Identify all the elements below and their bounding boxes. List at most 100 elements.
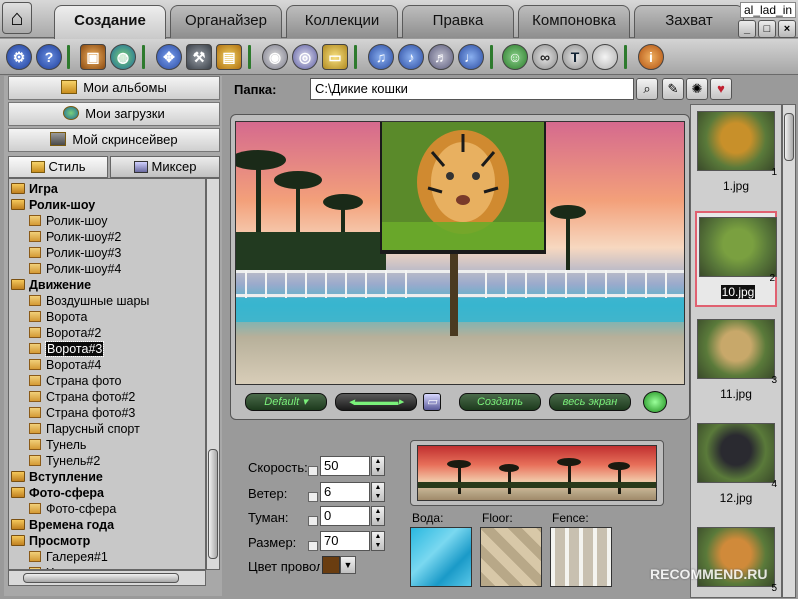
wind-checkbox[interactable] bbox=[308, 492, 318, 502]
fog-input[interactable]: 0 bbox=[320, 506, 370, 526]
minimize-icon[interactable]: _ bbox=[738, 20, 756, 38]
tab-style[interactable]: Стиль bbox=[8, 156, 108, 178]
help-icon[interactable]: ? bbox=[36, 44, 62, 70]
photo-thumbnail[interactable]: 4 12.jpg bbox=[695, 419, 777, 515]
music-off-icon[interactable]: ♩ bbox=[458, 44, 484, 70]
film-icon[interactable]: ▤ bbox=[216, 44, 242, 70]
tree-item[interactable]: Галерея#1 bbox=[29, 549, 108, 565]
color-wheel-icon[interactable]: ✺ bbox=[686, 78, 708, 100]
maximize-icon[interactable]: □ bbox=[758, 20, 776, 38]
scroll-thumb[interactable] bbox=[208, 449, 218, 559]
tree-item[interactable]: Тунель#2 bbox=[29, 453, 100, 469]
floor-texture[interactable] bbox=[480, 527, 542, 587]
tree-folder[interactable]: Времена года bbox=[11, 517, 114, 533]
tree-item[interactable]: Ворота#4 bbox=[29, 357, 101, 373]
size-checkbox[interactable] bbox=[308, 541, 318, 551]
volume-slider[interactable]: ◂▬▬▬▬▸ bbox=[335, 393, 417, 411]
speed-spinner[interactable]: ▲ ▼ bbox=[371, 456, 385, 476]
tree-item[interactable]: Фото-сфера bbox=[29, 501, 116, 517]
tree-item[interactable]: Ролик-шоу#2 bbox=[29, 229, 121, 245]
music3-icon[interactable]: ♬ bbox=[428, 44, 454, 70]
fog-checkbox[interactable] bbox=[308, 516, 318, 526]
background-image[interactable] bbox=[417, 445, 657, 501]
user-icon[interactable]: ☺ bbox=[502, 44, 528, 70]
my-downloads-label: Мои загрузки bbox=[85, 106, 165, 121]
tree-item[interactable]: Ворота bbox=[29, 309, 87, 325]
speed-checkbox[interactable] bbox=[308, 466, 318, 476]
home-icon[interactable]: ⌂ bbox=[2, 2, 32, 34]
pencil-icon[interactable]: ✎ bbox=[662, 78, 684, 100]
thumbnail-scrollbar[interactable] bbox=[782, 104, 796, 598]
photo-thumbnail[interactable]: 2 10.jpg bbox=[695, 211, 777, 307]
folder-icon[interactable]: ▭ bbox=[322, 44, 348, 70]
text-icon[interactable]: T bbox=[562, 44, 588, 70]
tree-item[interactable]: Ворота#2 bbox=[29, 325, 101, 341]
photo-thumbnail[interactable]: 5 bbox=[695, 523, 777, 597]
wind-spinner[interactable]: ▲ ▼ bbox=[371, 482, 385, 502]
scroll-thumb[interactable] bbox=[23, 573, 179, 583]
tree-folder[interactable]: Игра bbox=[11, 181, 58, 197]
tab-mixer[interactable]: Миксер bbox=[110, 156, 220, 178]
tree-item[interactable]: Парусный спорт bbox=[29, 421, 140, 437]
tab-collections[interactable]: Коллекции bbox=[286, 5, 398, 38]
fullscreen-button[interactable]: весь экран bbox=[549, 393, 631, 411]
tools-icon[interactable]: ⚒ bbox=[186, 44, 212, 70]
cd-icon[interactable]: ◉ bbox=[262, 44, 288, 70]
info-icon[interactable]: i bbox=[638, 44, 664, 70]
fence-texture[interactable] bbox=[550, 527, 612, 587]
camera-icon[interactable]: ▣ bbox=[80, 44, 106, 70]
music-icon[interactable]: ♫ bbox=[368, 44, 394, 70]
wire-color-swatch[interactable] bbox=[322, 556, 340, 574]
create-button[interactable]: Создать bbox=[459, 393, 541, 411]
preview-image[interactable] bbox=[235, 121, 685, 385]
tree-folder[interactable]: Ролик-шоу bbox=[11, 197, 95, 213]
photo-thumbnail[interactable]: 3 11.jpg bbox=[695, 315, 777, 411]
tree-item[interactable]: Страна фото#2 bbox=[29, 389, 135, 405]
chevron-down-icon[interactable]: ▼ bbox=[340, 556, 356, 574]
my-screensaver-button[interactable]: Мой скринсейвер bbox=[8, 128, 220, 152]
close-icon[interactable]: × bbox=[778, 20, 796, 38]
size-spinner[interactable]: ▲ ▼ bbox=[371, 531, 385, 551]
size-input[interactable]: 70 bbox=[320, 531, 370, 551]
play-button[interactable] bbox=[643, 391, 667, 413]
speed-input[interactable]: 50 bbox=[320, 456, 370, 476]
my-downloads-button[interactable]: Мои загрузки bbox=[8, 102, 220, 126]
tree-item[interactable]: Ролик-шоу#4 bbox=[29, 261, 121, 277]
tab-capture[interactable]: Захват bbox=[634, 5, 744, 38]
water-texture[interactable] bbox=[410, 527, 472, 587]
tree-folder[interactable]: Просмотр bbox=[11, 533, 90, 549]
scroll-thumb[interactable] bbox=[784, 113, 794, 161]
tree-item[interactable]: Ролик-шоу#3 bbox=[29, 245, 121, 261]
tree-folder[interactable]: Движение bbox=[11, 277, 91, 293]
settings-icon[interactable]: ⚙ bbox=[6, 44, 32, 70]
link-icon[interactable]: ∞ bbox=[532, 44, 558, 70]
tree-horizontal-scrollbar[interactable] bbox=[8, 570, 206, 586]
monitor-icon[interactable]: ▭ bbox=[423, 393, 441, 411]
tree-item[interactable]: Тунель bbox=[29, 437, 86, 453]
tab-layout[interactable]: Компоновка bbox=[518, 5, 630, 38]
tree-item[interactable]: Страна фото#3 bbox=[29, 405, 135, 421]
heart-icon[interactable]: ♥ bbox=[710, 78, 732, 100]
my-albums-button[interactable]: Мои альбомы bbox=[8, 76, 220, 100]
tab-organizer[interactable]: Органайзер bbox=[170, 5, 282, 38]
tree-item[interactable]: Ворота#3 bbox=[29, 341, 105, 357]
tree-item[interactable]: Страна фото bbox=[29, 373, 121, 389]
tab-edit[interactable]: Правка bbox=[402, 5, 514, 38]
fog-spinner[interactable]: ▲ ▼ bbox=[371, 506, 385, 526]
music2-icon[interactable]: ♪ bbox=[398, 44, 424, 70]
photo-thumbnail[interactable]: 1 1.jpg bbox=[695, 107, 777, 203]
folder-path-input[interactable]: C:\Дикие кошки bbox=[310, 78, 634, 100]
tab-create[interactable]: Создание bbox=[54, 5, 166, 39]
globe-icon[interactable]: ◍ bbox=[110, 44, 136, 70]
blank-icon[interactable] bbox=[592, 44, 618, 70]
browse-search-icon[interactable]: ⌕ bbox=[636, 78, 658, 100]
wind-input[interactable]: 6 bbox=[320, 482, 370, 502]
fit-icon[interactable]: ✥ bbox=[156, 44, 182, 70]
tree-item[interactable]: Воздушные шары bbox=[29, 293, 149, 309]
tree-folder[interactable]: Вступление bbox=[11, 469, 103, 485]
tree-folder[interactable]: Фото-сфера bbox=[11, 485, 104, 501]
tree-vertical-scrollbar[interactable] bbox=[206, 178, 220, 570]
tree-item[interactable]: Ролик-шоу bbox=[29, 213, 107, 229]
default-dropdown[interactable]: Default ▾ bbox=[245, 393, 327, 411]
cd-edit-icon[interactable]: ◎ bbox=[292, 44, 318, 70]
